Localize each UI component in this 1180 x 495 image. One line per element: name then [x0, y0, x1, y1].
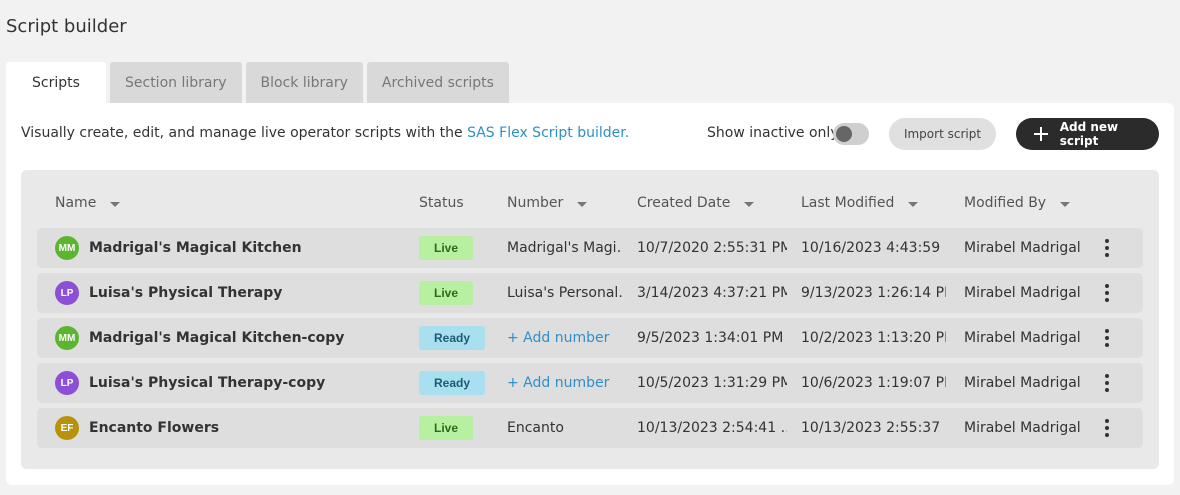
table-row[interactable]: LP Luisa's Physical Therapy-copy Ready +… — [37, 363, 1143, 403]
more-options-icon[interactable] — [1103, 239, 1111, 257]
column-header-status: Status — [419, 195, 464, 211]
toggle-knob — [836, 126, 852, 142]
script-number: Encanto — [507, 420, 564, 436]
sort-caret-icon[interactable] — [110, 202, 121, 207]
column-header-modified-label: Last Modified — [801, 195, 895, 211]
last-modified: 10/2/2023 1:13:20 PM — [801, 330, 946, 346]
script-name[interactable]: Luisa's Physical Therapy — [89, 273, 282, 313]
status-badge: Live — [419, 236, 473, 260]
script-number: Luisa's Personal… — [507, 285, 622, 301]
add-new-script-label: Add new script — [1059, 120, 1119, 148]
description: Visually create, edit, and manage live o… — [21, 125, 629, 141]
column-header-last-modified[interactable]: Last Modified — [801, 195, 919, 211]
add-new-script-button[interactable]: Add new script — [1016, 118, 1159, 150]
script-name[interactable]: Madrigal's Magical Kitchen — [89, 228, 302, 268]
tab-block-library[interactable]: Block library — [245, 62, 363, 103]
sort-caret-icon[interactable] — [908, 202, 919, 207]
plus-icon — [1034, 127, 1048, 141]
modified-by: Mirabel Madrigal — [964, 375, 1081, 391]
more-options-icon[interactable] — [1103, 329, 1111, 347]
last-modified: 10/16/2023 4:43:59 … — [801, 240, 946, 256]
more-options-icon[interactable] — [1103, 419, 1111, 437]
table-row[interactable]: MM Madrigal's Magical Kitchen-copy Ready… — [37, 318, 1143, 358]
script-name[interactable]: Madrigal's Magical Kitchen-copy — [89, 318, 344, 358]
status-badge: Live — [419, 281, 473, 305]
created-date: 9/5/2023 1:34:01 PM — [637, 330, 784, 346]
avatar: MM — [55, 326, 79, 350]
avatar: LP — [55, 281, 79, 305]
column-header-name[interactable]: Name — [55, 195, 121, 211]
column-header-status-label: Status — [419, 195, 464, 211]
column-header-modified-by-label: Modified By — [964, 195, 1047, 211]
more-options-icon[interactable] — [1103, 374, 1111, 392]
status-badge: Live — [419, 416, 473, 440]
scripts-panel: Visually create, edit, and manage live o… — [6, 103, 1174, 485]
script-name[interactable]: Luisa's Physical Therapy-copy — [89, 363, 325, 403]
scripts-table: Name Status Number Created Date Last Mod… — [21, 170, 1159, 469]
last-modified: 10/6/2023 1:19:07 PM — [801, 375, 946, 391]
column-header-created-label: Created Date — [637, 195, 731, 211]
script-builder-link[interactable]: SAS Flex Script builder. — [467, 125, 629, 141]
script-number: Madrigal's Magi… — [507, 240, 622, 256]
avatar: LP — [55, 371, 79, 395]
column-header-number-label: Number — [507, 195, 564, 211]
modified-by: Mirabel Madrigal — [964, 285, 1081, 301]
tab-section-library[interactable]: Section library — [110, 62, 242, 103]
column-header-created-date[interactable]: Created Date — [637, 195, 755, 211]
description-text: Visually create, edit, and manage live o… — [21, 125, 468, 141]
tab-bar: Scripts Section library Block library Ar… — [6, 62, 513, 103]
table-row[interactable]: MM Madrigal's Magical Kitchen Live Madri… — [37, 228, 1143, 268]
status-badge: Ready — [419, 371, 485, 395]
created-date: 3/14/2023 4:37:21 PM — [637, 285, 787, 301]
last-modified: 10/13/2023 2:55:37 … — [801, 420, 946, 436]
show-inactive-label: Show inactive only — [707, 125, 839, 141]
sort-caret-icon[interactable] — [744, 202, 755, 207]
last-modified: 9/13/2023 1:26:14 PM — [801, 285, 946, 301]
column-header-name-label: Name — [55, 195, 97, 211]
script-name[interactable]: Encanto Flowers — [89, 408, 219, 448]
sort-caret-icon[interactable] — [1060, 202, 1071, 207]
created-date: 10/5/2023 1:31:29 PM — [637, 375, 787, 391]
created-date: 10/13/2023 2:54:41 … — [637, 420, 787, 436]
status-badge: Ready — [419, 326, 485, 350]
page-title: Script builder — [6, 16, 127, 37]
modified-by: Mirabel Madrigal — [964, 330, 1081, 346]
import-script-button[interactable]: Import script — [889, 118, 996, 150]
add-number-link[interactable]: + Add number — [507, 318, 622, 358]
table-row[interactable]: LP Luisa's Physical Therapy Live Luisa's… — [37, 273, 1143, 313]
modified-by: Mirabel Madrigal — [964, 240, 1081, 256]
table-row[interactable]: EF Encanto Flowers Live Encanto 10/13/20… — [37, 408, 1143, 448]
modified-by: Mirabel Madrigal — [964, 420, 1081, 436]
column-header-number[interactable]: Number — [507, 195, 588, 211]
show-inactive-toggle[interactable] — [833, 123, 869, 145]
more-options-icon[interactable] — [1103, 284, 1111, 302]
column-header-modified-by[interactable]: Modified By — [964, 195, 1071, 211]
created-date: 10/7/2020 2:55:31 PM — [637, 240, 787, 256]
sort-caret-icon[interactable] — [577, 202, 588, 207]
avatar: MM — [55, 236, 79, 260]
avatar: EF — [55, 416, 79, 440]
tab-scripts[interactable]: Scripts — [6, 62, 106, 103]
tab-archived-scripts[interactable]: Archived scripts — [366, 62, 509, 103]
add-number-link[interactable]: + Add number — [507, 363, 622, 403]
